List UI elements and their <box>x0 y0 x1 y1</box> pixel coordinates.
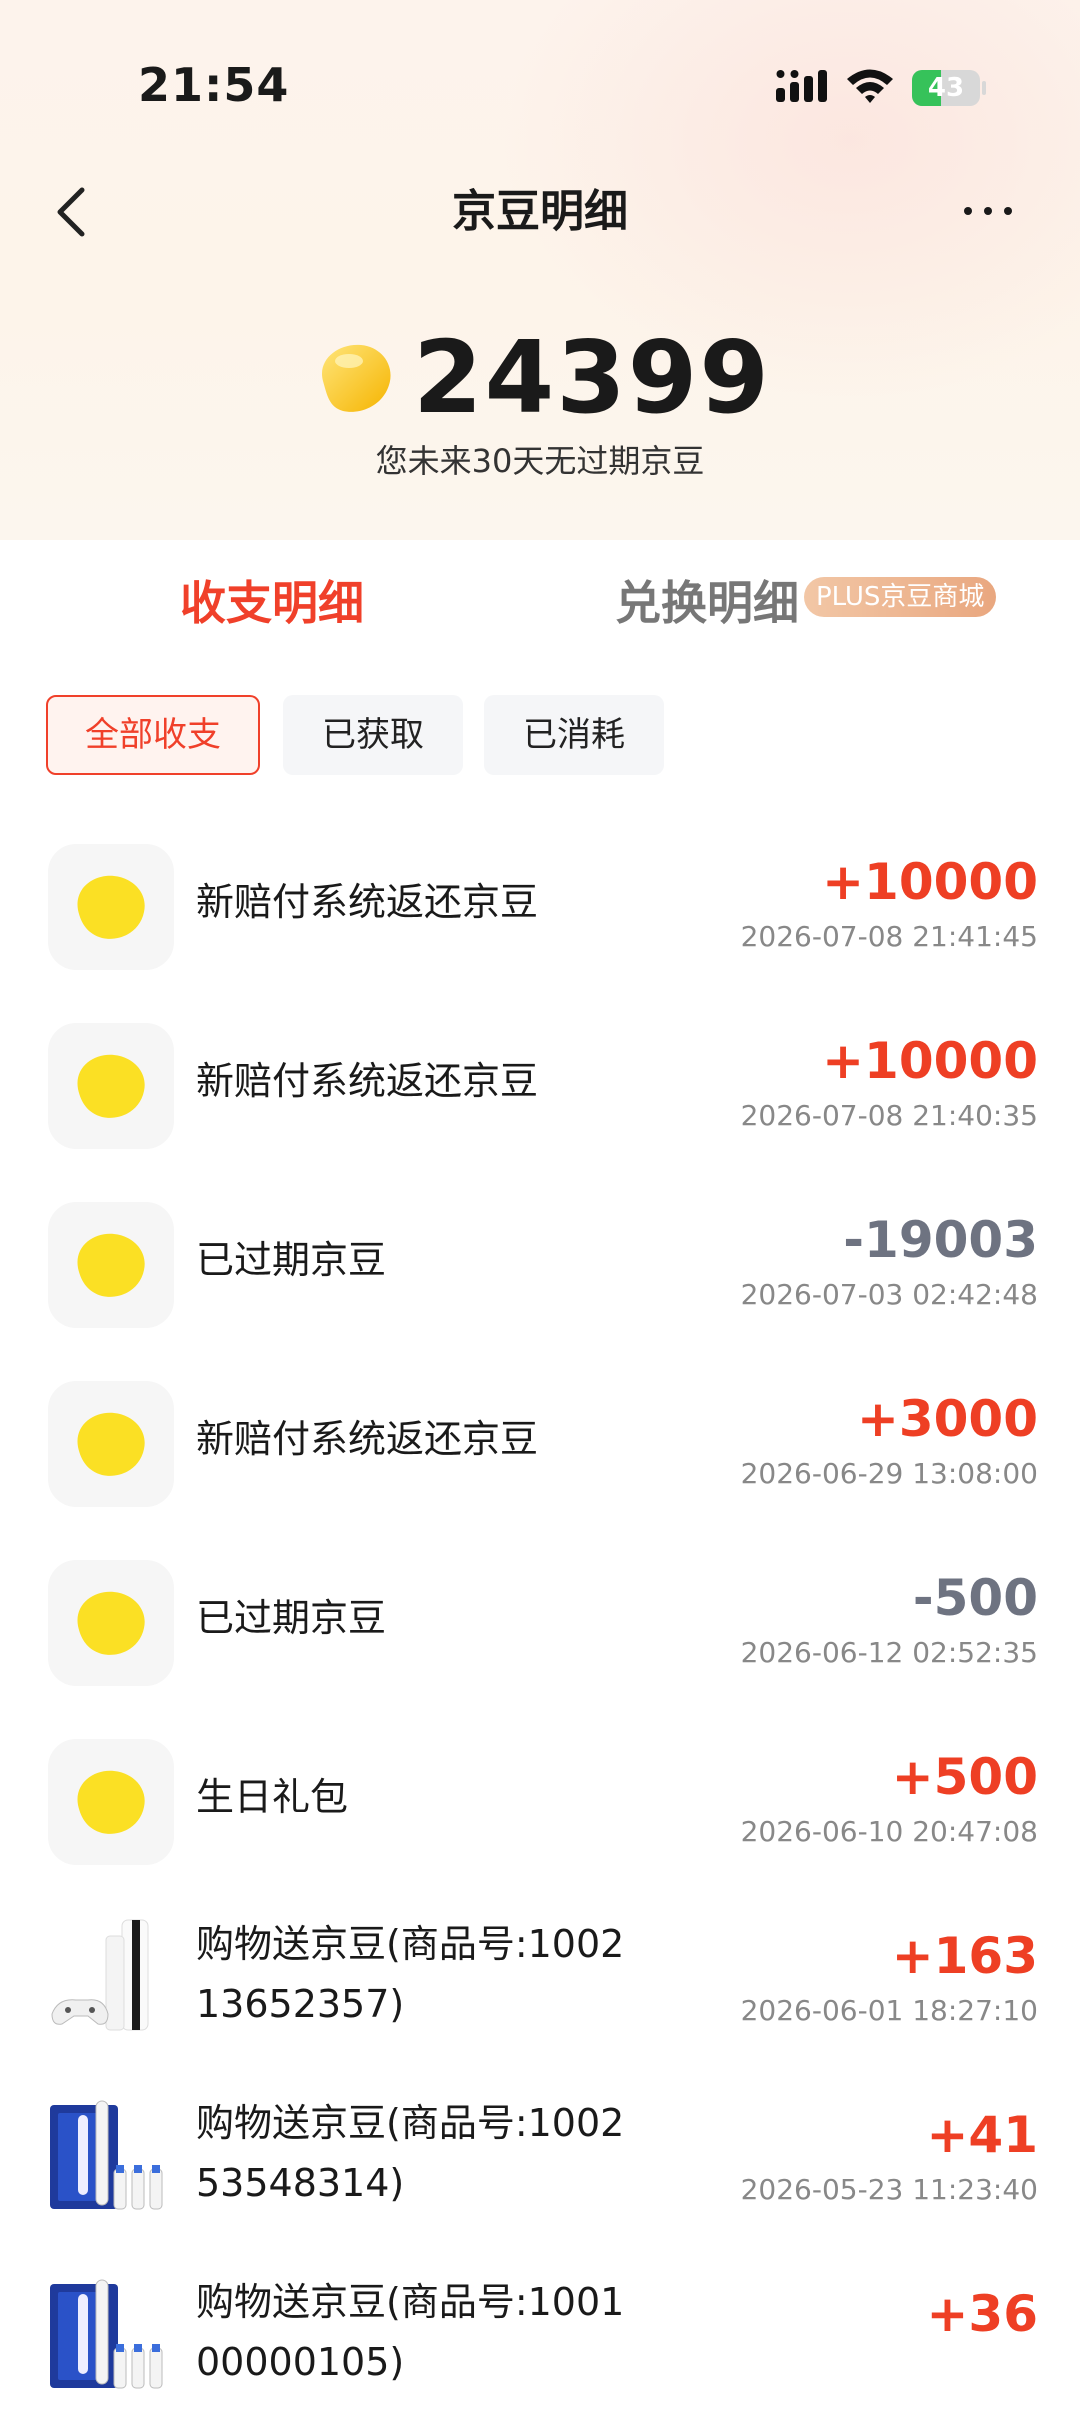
record-row[interactable]: 生日礼包 +500 2026-06-10 20:47:08 <box>0 1695 1080 1875</box>
toothbrush-product-icon <box>48 2272 174 2398</box>
record-row[interactable]: 购物送京豆(商品号:1002 13652357) +163 2026-06-01 1… <box>0 1874 1080 2054</box>
bean-coin-icon <box>322 344 391 412</box>
record-row[interactable]: 新赔付系统返还京豆 +10000 2026-07-08 21:40:35 <box>0 979 1080 1159</box>
record-date: 2026-05-23 11:23:40 <box>740 2173 1038 2206</box>
record-amount: -500 <box>912 1569 1038 1627</box>
record-amount: +10000 <box>822 853 1038 911</box>
record-row[interactable]: 购物送京豆(商品号:1002 53548314) +41 2026-05-23 11… <box>0 2053 1080 2233</box>
record-amount: +3000 <box>856 1390 1038 1448</box>
record-row[interactable]: 新赔付系统返还京豆 +3000 2026-06-29 13:08:00 <box>0 1337 1080 1517</box>
expiry-note: 您未来30天无过期京豆 <box>375 442 705 480</box>
status-time: 21:54 <box>138 58 290 112</box>
console-product-icon <box>48 1914 174 2040</box>
record-date: 2026-07-03 02:42:48 <box>740 1278 1038 1311</box>
record-title: 购物送京豆(商品号:1002 53548314) <box>196 2101 625 2205</box>
record-title: 购物送京豆(商品号:1001 00000105) <box>196 2280 625 2384</box>
battery-indicator: 43 <box>912 70 986 106</box>
record-amount: +500 <box>891 1748 1038 1806</box>
record-row[interactable]: 新赔付系统返还京豆 +10000 2026-07-08 21:41:45 <box>0 800 1080 980</box>
record-title: 已过期京豆 <box>196 1238 387 1282</box>
record-row[interactable]: 已过期京豆 -500 2026-06-12 02:52:35 <box>0 1516 1080 1696</box>
record-title: 已过期京豆 <box>196 1596 387 1640</box>
record-date: 2026-07-08 21:41:45 <box>740 920 1038 953</box>
page-title: 京豆明细 <box>452 186 628 237</box>
plus-mall-badge[interactable]: PLUS京豆商城 <box>804 577 997 617</box>
record-title: 生日礼包 <box>196 1775 349 1819</box>
record-title: 新赔付系统返还京豆 <box>196 1059 539 1103</box>
filter-earned[interactable]: 已获取 <box>283 695 463 775</box>
bean-balance-amount: 24399 <box>413 319 771 436</box>
record-row[interactable]: 已过期京豆 -19003 2026-07-03 02:42:48 <box>0 1158 1080 1338</box>
record-title: 新赔付系统返还京豆 <box>196 1417 539 1461</box>
record-date: 2026-07-08 21:40:35 <box>740 1099 1038 1132</box>
bean-icon <box>48 1560 174 1686</box>
record-amount: +36 <box>926 2285 1038 2343</box>
record-date: 2026-06-10 20:47:08 <box>740 1815 1038 1848</box>
tab-exchange[interactable]: 兑换明细 <box>615 567 799 633</box>
bean-icon <box>48 1381 174 1507</box>
record-title: 新赔付系统返还京豆 <box>196 880 539 924</box>
filter-spent[interactable]: 已消耗 <box>484 695 664 775</box>
record-amount: +41 <box>926 2106 1038 2164</box>
record-title: 购物送京豆(商品号:1002 13652357) <box>196 1922 625 2026</box>
bean-icon <box>48 1739 174 1865</box>
record-date: 2026-06-12 02:52:35 <box>740 1636 1038 1669</box>
cellular-signal-icon <box>776 70 827 102</box>
wifi-icon <box>847 69 893 103</box>
balance-display: 24399 <box>0 318 1080 438</box>
more-options-icon[interactable] <box>960 195 1016 225</box>
record-date: 2026-06-01 18:27:10 <box>740 1994 1038 2027</box>
record-row[interactable]: 购物送京豆(商品号:1001 00000105) +36 <box>0 2232 1080 2412</box>
record-amount: +10000 <box>822 1032 1038 1090</box>
toothbrush-product-icon <box>48 2093 174 2219</box>
bean-icon <box>48 1023 174 1149</box>
filter-all[interactable]: 全部收支 <box>46 695 260 775</box>
bean-icon <box>48 1202 174 1328</box>
tab-income-expense[interactable]: 收支明细 <box>180 567 364 633</box>
record-amount: +163 <box>891 1927 1038 1985</box>
record-date: 2026-06-29 13:08:00 <box>740 1457 1038 1490</box>
battery-level-text: 43 <box>927 73 965 103</box>
record-amount: -19003 <box>843 1211 1038 1269</box>
bean-icon <box>48 844 174 970</box>
status-bar: 21:54 43 <box>0 0 1080 170</box>
